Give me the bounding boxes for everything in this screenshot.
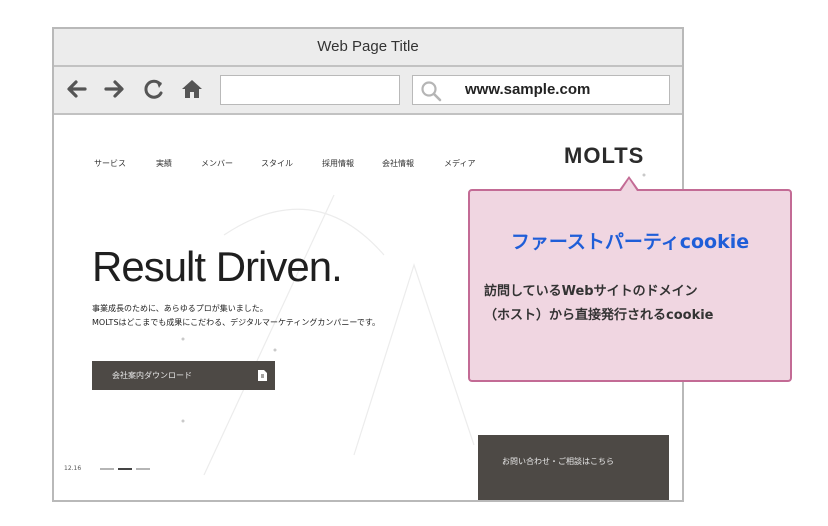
reload-icon[interactable] <box>140 75 168 103</box>
nav-item-members[interactable]: メンバー <box>201 158 233 169</box>
slide-indicator-active[interactable] <box>118 468 132 470</box>
nav-item-service[interactable]: サービス <box>94 158 126 169</box>
nav-item-works[interactable]: 実績 <box>156 158 172 169</box>
search-field[interactable]: www.sample.com <box>412 75 670 105</box>
callout-pointer-fill <box>621 179 637 191</box>
hero-subtitle-1: 事業成長のために、あらゆるプロが集いました。 <box>92 304 268 313</box>
callout-title: ファーストパーティcookie <box>510 231 750 253</box>
forward-arrow-icon[interactable] <box>100 75 128 103</box>
browser-toolbar: www.sample.com <box>54 67 682 115</box>
window-title: Web Page Title <box>54 29 682 67</box>
contact-button-label: お問い合わせ・ご相談はこちら <box>502 457 614 466</box>
slide-number: 12.16 <box>64 465 82 472</box>
search-icon <box>421 81 442 102</box>
site-logo[interactable]: MOLTS <box>564 143 644 169</box>
hero-subtitle-2: MOLTSはどこまでも成果にこだわる、デジタルマーケティングカンパニーです。 <box>92 318 381 327</box>
download-button-label: 会社案内ダウンロード <box>112 371 192 380</box>
nav-item-media[interactable]: メディア <box>444 158 475 169</box>
nav-item-company[interactable]: 会社情報 <box>382 158 414 169</box>
slide-indicator[interactable] <box>100 468 114 470</box>
search-text: www.sample.com <box>465 81 591 98</box>
callout-description-line-1: 訪問しているWebサイトのドメイン <box>484 284 698 299</box>
nav-item-style[interactable]: スタイル <box>261 158 293 169</box>
back-arrow-icon[interactable] <box>63 75 91 103</box>
address-bar[interactable] <box>220 75 400 105</box>
download-brochure-button[interactable]: 会社案内ダウンロード <box>92 361 275 390</box>
annotation-callout: ファーストパーティcookie 訪問しているWebサイトのドメイン （ホスト）か… <box>468 189 792 382</box>
hero-title: Result Driven. <box>92 243 343 290</box>
callout-description-line-2: （ホスト）から直接発行されるcookie <box>484 308 714 323</box>
document-icon <box>258 370 267 381</box>
contact-button[interactable]: お問い合わせ・ご相談はこちら <box>478 435 669 500</box>
nav-item-recruit[interactable]: 採用情報 <box>322 158 354 169</box>
slide-indicator[interactable] <box>136 468 150 470</box>
home-icon[interactable] <box>178 75 206 103</box>
